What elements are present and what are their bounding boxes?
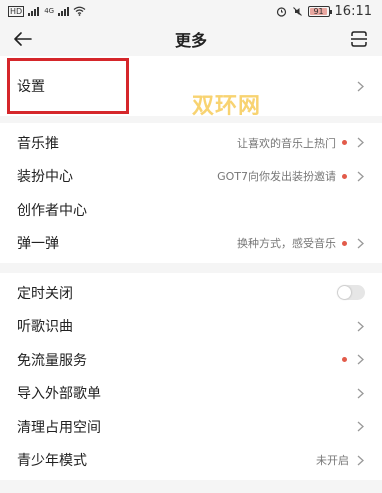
chevron-right-icon	[355, 421, 365, 433]
section-tools: 定时关闭 听歌识曲 免流量服务 导入外部歌单 清理占用空间 青少年模式 未开启	[0, 273, 382, 480]
settings-label: 设置	[17, 79, 45, 95]
list-item-dress-center[interactable]: 装扮中心 GOT7向你发出装扮邀请	[0, 160, 382, 194]
list-item-label: 创作者中心	[17, 202, 87, 219]
list-item-label: 听歌识曲	[17, 319, 73, 336]
list-item-sub: 未开启	[316, 454, 349, 468]
section-settings: 设置	[0, 56, 382, 116]
chevron-right-icon	[355, 387, 365, 399]
list-item-teen-mode[interactable]: 青少年模式 未开启	[0, 444, 382, 478]
alarm-icon	[276, 6, 286, 17]
chevron-right-icon	[355, 170, 365, 182]
list-item-label: 音乐推	[17, 135, 59, 152]
list-item-label: 青少年模式	[17, 453, 87, 470]
status-time: 16:11	[334, 3, 372, 19]
list-item-timer-off: 定时关闭	[0, 276, 382, 310]
scan-icon[interactable]	[348, 28, 370, 50]
list-item-label: 导入外部歌单	[17, 386, 101, 403]
list-item-label: 装扮中心	[17, 169, 73, 186]
red-dot-badge	[342, 240, 347, 246]
list-item-free-data[interactable]: 免流量服务	[0, 343, 382, 377]
red-dot-badge	[342, 140, 347, 146]
status-left: HD 4G	[8, 5, 86, 17]
chevron-right-icon	[355, 137, 365, 149]
list-item-label: 清理占用空间	[17, 419, 101, 436]
chevron-right-icon	[355, 354, 365, 366]
battery-level: 91	[313, 6, 324, 16]
list-item-music-push[interactable]: 音乐推 让喜欢的音乐上热门	[0, 126, 382, 160]
status-right: 91 16:11	[276, 4, 372, 19]
wifi-icon	[73, 6, 86, 16]
toggle-knob	[338, 286, 351, 300]
list-item-label: 定时关闭	[17, 285, 73, 302]
chevron-right-icon	[355, 320, 365, 332]
section-gap	[0, 263, 382, 273]
carrier-label: HD	[8, 5, 25, 17]
red-dot-badge	[342, 173, 347, 179]
signal-icon-2	[58, 6, 70, 16]
nav-bar: 更多	[0, 22, 382, 56]
page-title: 更多	[174, 31, 207, 50]
settings-row[interactable]: 设置	[0, 56, 382, 116]
timer-off-toggle[interactable]	[337, 285, 365, 301]
list-item-sub: 让喜欢的音乐上热门	[237, 136, 336, 150]
mute-icon	[292, 6, 302, 16]
list-item-sub: GOT7向你发出装扮邀请	[217, 170, 336, 184]
chevron-right-icon	[355, 80, 365, 92]
list-item-import-playlist[interactable]: 导入外部歌单	[0, 377, 382, 411]
chevron-right-icon	[355, 237, 365, 249]
status-bar: HD 4G 91 16:11	[0, 0, 382, 22]
list-item-tan-yi-tan[interactable]: 弹一弹 换种方式，感受音乐	[0, 227, 382, 261]
list-item-label: 免流量服务	[17, 352, 87, 369]
list-item-clear-storage[interactable]: 清理占用空间	[0, 410, 382, 444]
section-gap	[0, 116, 382, 123]
red-dot-badge	[342, 357, 347, 363]
list-item-sub: 换种方式，感受音乐	[237, 237, 336, 251]
back-arrow-icon[interactable]	[12, 28, 34, 50]
network-label: 4G	[44, 7, 55, 15]
chevron-right-icon	[355, 454, 365, 466]
list-item-creator-center[interactable]: 创作者中心	[0, 193, 382, 227]
list-item-label: 弹一弹	[17, 236, 59, 253]
battery-icon: 91	[307, 5, 332, 17]
section-features: 音乐推 让喜欢的音乐上热门 装扮中心 GOT7向你发出装扮邀请 创作者中心 弹一…	[0, 123, 382, 263]
list-item-song-recognition[interactable]: 听歌识曲	[0, 310, 382, 344]
signal-icon	[28, 6, 40, 16]
